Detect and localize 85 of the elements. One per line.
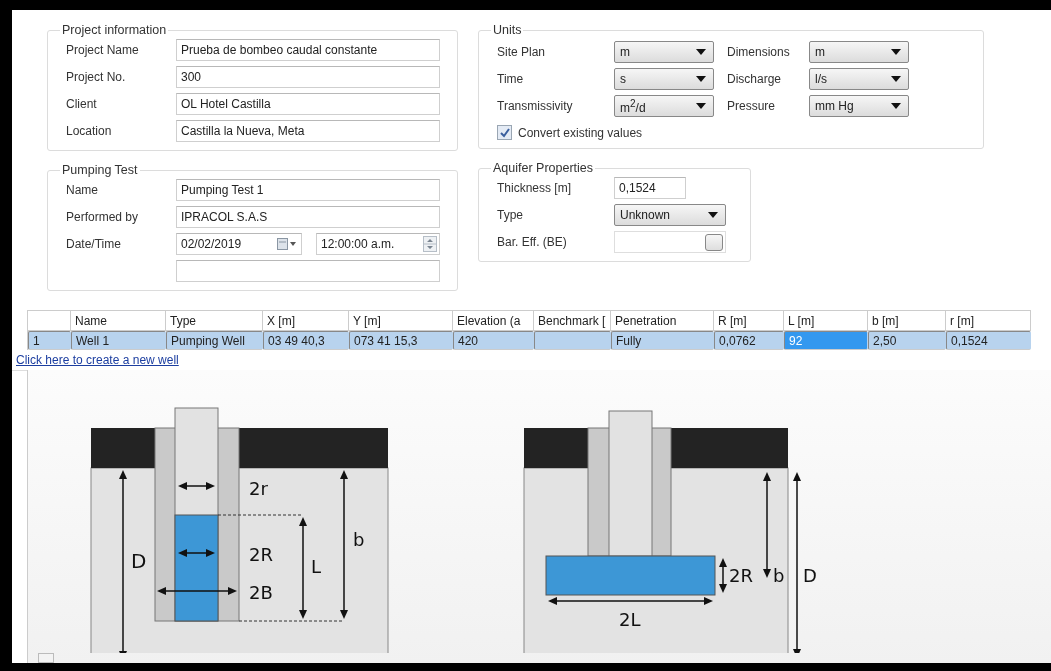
field-label: Pressure	[726, 99, 777, 113]
group-title: Units	[492, 23, 523, 37]
new-well-link[interactable]: Click here to create a new well	[16, 353, 179, 367]
column-header[interactable]: Penetration	[611, 311, 714, 331]
field-label: Client	[66, 97, 98, 111]
unit-dropdown[interactable]: m	[809, 41, 909, 63]
table-cell: 420	[453, 331, 534, 350]
dimension-label: b	[773, 565, 785, 586]
column-header[interactable]: R [m]	[714, 311, 784, 331]
dimension-label: 2L	[619, 609, 641, 630]
field-label: Dimensions	[726, 45, 791, 59]
spinner-icon[interactable]	[423, 236, 437, 252]
field-label: Bar. Eff. (BE)	[497, 235, 568, 249]
text-field[interactable]: OL Hotel Castilla	[176, 93, 440, 115]
dimension-label: 2r	[249, 478, 268, 499]
field-label: Performed by	[66, 210, 140, 224]
dimension-label: D	[131, 549, 147, 573]
unit-dropdown[interactable]: m	[614, 41, 714, 63]
field-label: Project Name	[66, 43, 140, 57]
field-label: Type	[497, 208, 524, 222]
table-cell: Fully	[611, 331, 714, 350]
row-number: 1	[28, 331, 71, 350]
caret-icon	[696, 76, 706, 82]
caret-icon	[891, 49, 901, 55]
type-dropdown[interactable]: Unknown	[614, 204, 726, 226]
unit-dropdown[interactable]: s	[614, 68, 714, 90]
text-field[interactable]: 300	[176, 66, 440, 88]
group-title: Pumping Test	[61, 163, 139, 177]
column-header[interactable]: r [m]	[946, 311, 1031, 331]
column-header[interactable]: Name	[71, 311, 166, 331]
text-field[interactable]	[176, 260, 440, 282]
field-label: Transmissivity	[497, 99, 574, 113]
field-label: Name	[66, 183, 99, 197]
field-label: Discharge	[726, 72, 783, 86]
table-cell: 0,1524	[946, 331, 1031, 350]
column-header[interactable]: Elevation (a	[453, 311, 534, 331]
column-header[interactable]: Y [m]	[349, 311, 453, 331]
dimension-arrow	[178, 482, 215, 490]
unit-dropdown[interactable]: l/s	[809, 68, 909, 90]
caret-icon	[696, 49, 706, 55]
group-title: Project information	[61, 23, 168, 37]
column-header[interactable]: X [m]	[263, 311, 349, 331]
field-label: Time	[497, 72, 525, 86]
dimension-label: b	[353, 529, 365, 550]
dimension-label: 2R	[729, 565, 753, 586]
calendar-icon[interactable]	[277, 238, 297, 250]
caret-icon	[708, 212, 718, 218]
dimension-label: L	[311, 556, 322, 577]
table-cell: Pumping Well	[166, 331, 263, 350]
table-cell: Well 1	[71, 331, 166, 350]
text-field[interactable]: Castilla la Nueva, Meta	[176, 120, 440, 142]
field-label: Date/Time	[66, 237, 122, 251]
dimension-arrow	[178, 549, 215, 557]
column-header[interactable]: Benchmark [	[534, 311, 611, 331]
dimension-label: 2B	[249, 582, 273, 603]
column-header[interactable]: b [m]	[868, 311, 946, 331]
table-cell: 92	[784, 331, 868, 350]
caret-icon	[891, 103, 901, 109]
field-label: Thickness [m]	[497, 181, 572, 195]
table-cell: 03 49 40,3	[263, 331, 349, 350]
table-cell: 073 41 15,3	[349, 331, 453, 350]
column-header[interactable]: L [m]	[784, 311, 868, 331]
text-field[interactable]: IPRACOL S.A.S	[176, 206, 440, 228]
caret-icon	[696, 103, 706, 109]
dimension-label: 2R	[249, 544, 273, 565]
text-field[interactable]: Prueba de bombeo caudal constante	[176, 39, 440, 61]
dimension-arrow	[719, 558, 727, 593]
scrollbar[interactable]	[38, 653, 54, 663]
checkbox-label[interactable]: Convert existing values	[518, 125, 643, 140]
date-field[interactable]: 02/02/2019	[176, 233, 302, 255]
table-cell: 2,50	[868, 331, 946, 350]
column-header[interactable]: Type	[166, 311, 263, 331]
text-field[interactable]: Pumping Test 1	[176, 179, 440, 201]
unit-dropdown[interactable]: mm Hg	[809, 95, 909, 117]
group-title: Aquifer Properties	[492, 161, 595, 175]
unit-dropdown[interactable]: m$^{2}$/d	[614, 95, 714, 117]
table-cell: 0,0762	[714, 331, 784, 350]
caret-icon	[891, 76, 901, 82]
field-label: Site Plan	[497, 45, 547, 59]
checkbox[interactable]	[497, 125, 512, 140]
dimension-label: D	[803, 565, 817, 586]
text-field[interactable]: 0,1524	[614, 177, 686, 199]
field-label: Project No.	[66, 70, 127, 84]
time-field[interactable]: 12:00:00 a.m.	[316, 233, 440, 255]
field-label: Location	[66, 124, 113, 138]
